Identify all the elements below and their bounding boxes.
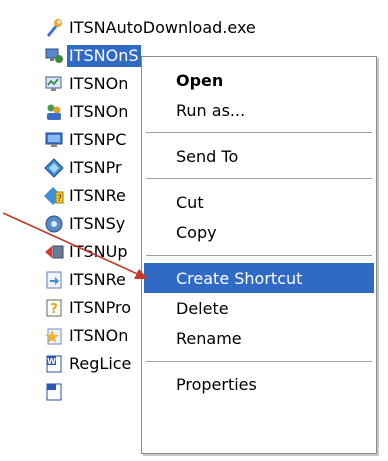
- arrow-line: [2, 212, 143, 277]
- explorer-window: ITSNAutoDownload.exe ITSNOnS ITSNOn ITSN…: [0, 0, 388, 461]
- annotation-arrow: [2, 212, 148, 279]
